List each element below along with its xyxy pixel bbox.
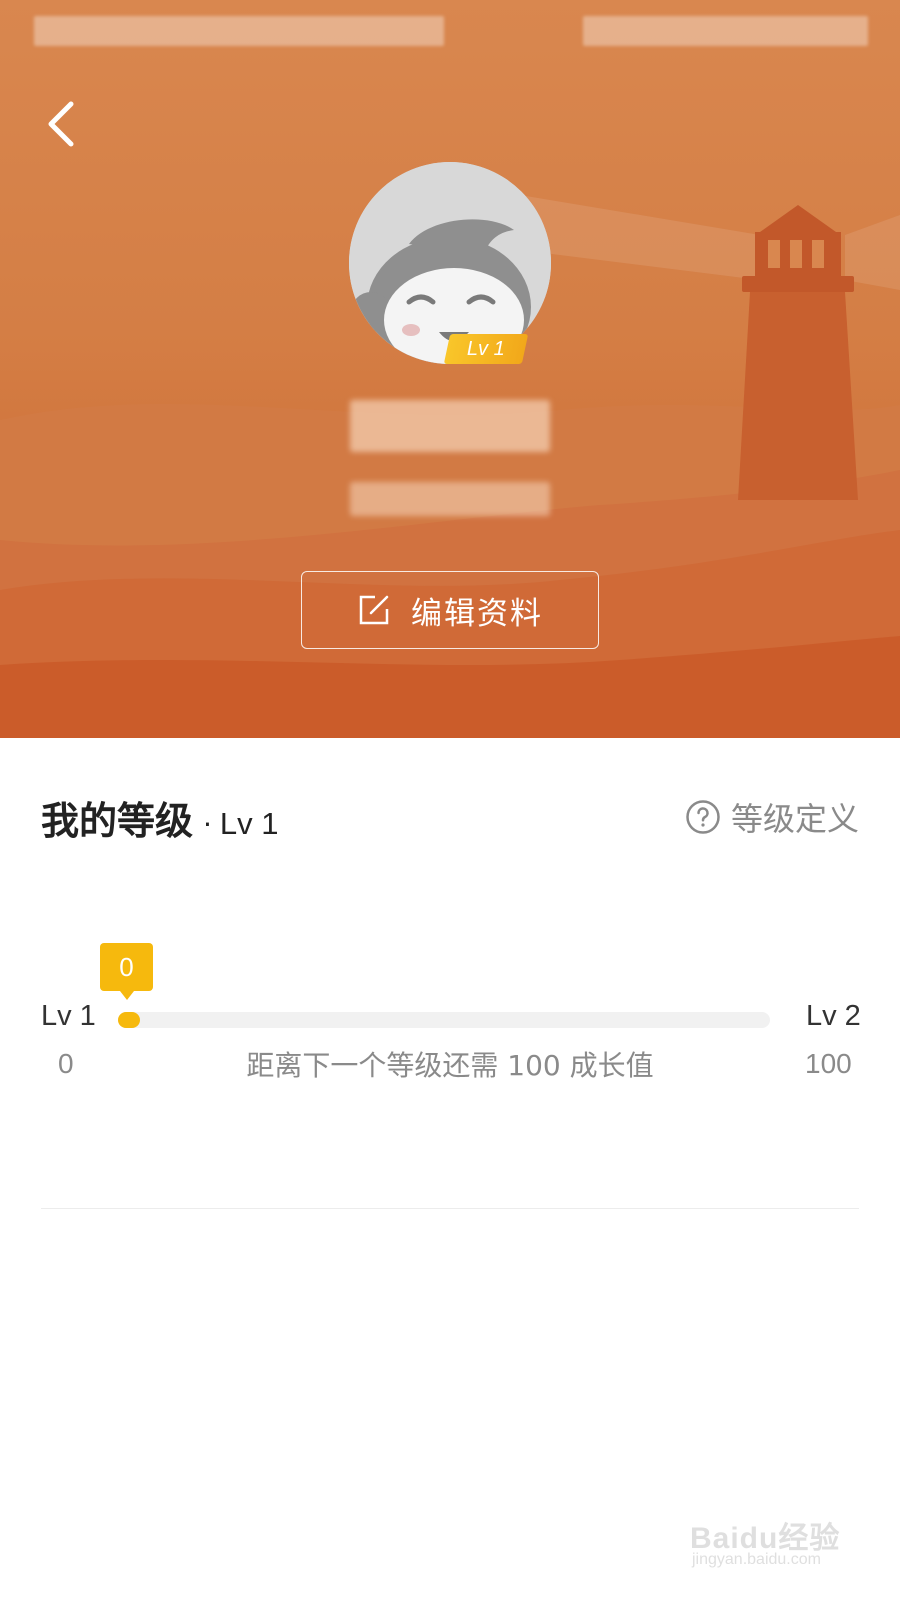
- section-divider: [41, 1208, 859, 1209]
- level-progress-track: [118, 1012, 770, 1028]
- chevron-left-icon: [48, 101, 74, 147]
- edit-profile-label: 编辑资料: [411, 595, 543, 632]
- edit-profile-button[interactable]: 编辑资料: [301, 571, 599, 649]
- watermark-url: jingyan.baidu.com: [692, 1551, 821, 1568]
- growth-needed-note: 距离下一个等级还需 100 成长值: [246, 1049, 654, 1082]
- level-section-title: 我的等级 · Lv 1: [41, 790, 279, 843]
- progress-value-tooltip: 0: [100, 943, 153, 1000]
- profile-header: Lv 1 编辑资料: [0, 0, 900, 738]
- lighthouse-icon: [738, 205, 858, 500]
- avatar-level-badge-text: Lv 1: [467, 337, 505, 360]
- progress-tooltip-value: 0: [119, 951, 134, 982]
- help-circle-icon: [686, 800, 720, 834]
- level-definition-link[interactable]: 等级定义: [685, 795, 859, 839]
- level-title-text: 我的等级: [41, 799, 194, 843]
- avatar-level-badge: Lv 1: [443, 334, 529, 364]
- level-progress-fill: [118, 1012, 140, 1028]
- back-button[interactable]: [36, 94, 86, 154]
- current-level-text: Lv 1: [219, 806, 279, 841]
- end-value-label: 100: [805, 1048, 852, 1079]
- edit-icon: [359, 595, 389, 625]
- level-definition-label: 等级定义: [730, 800, 859, 838]
- user-id-redacted: [350, 482, 550, 516]
- level-title-separator: ·: [203, 808, 212, 841]
- baidu-watermark: Baidu经验 jingyan.baidu.com: [690, 1505, 860, 1575]
- status-bar: [0, 0, 900, 60]
- start-value-label: 0: [58, 1048, 74, 1079]
- start-level-label: Lv 1: [41, 1000, 96, 1032]
- nickname-redacted: [350, 400, 550, 452]
- end-level-label: Lv 2: [806, 1000, 861, 1032]
